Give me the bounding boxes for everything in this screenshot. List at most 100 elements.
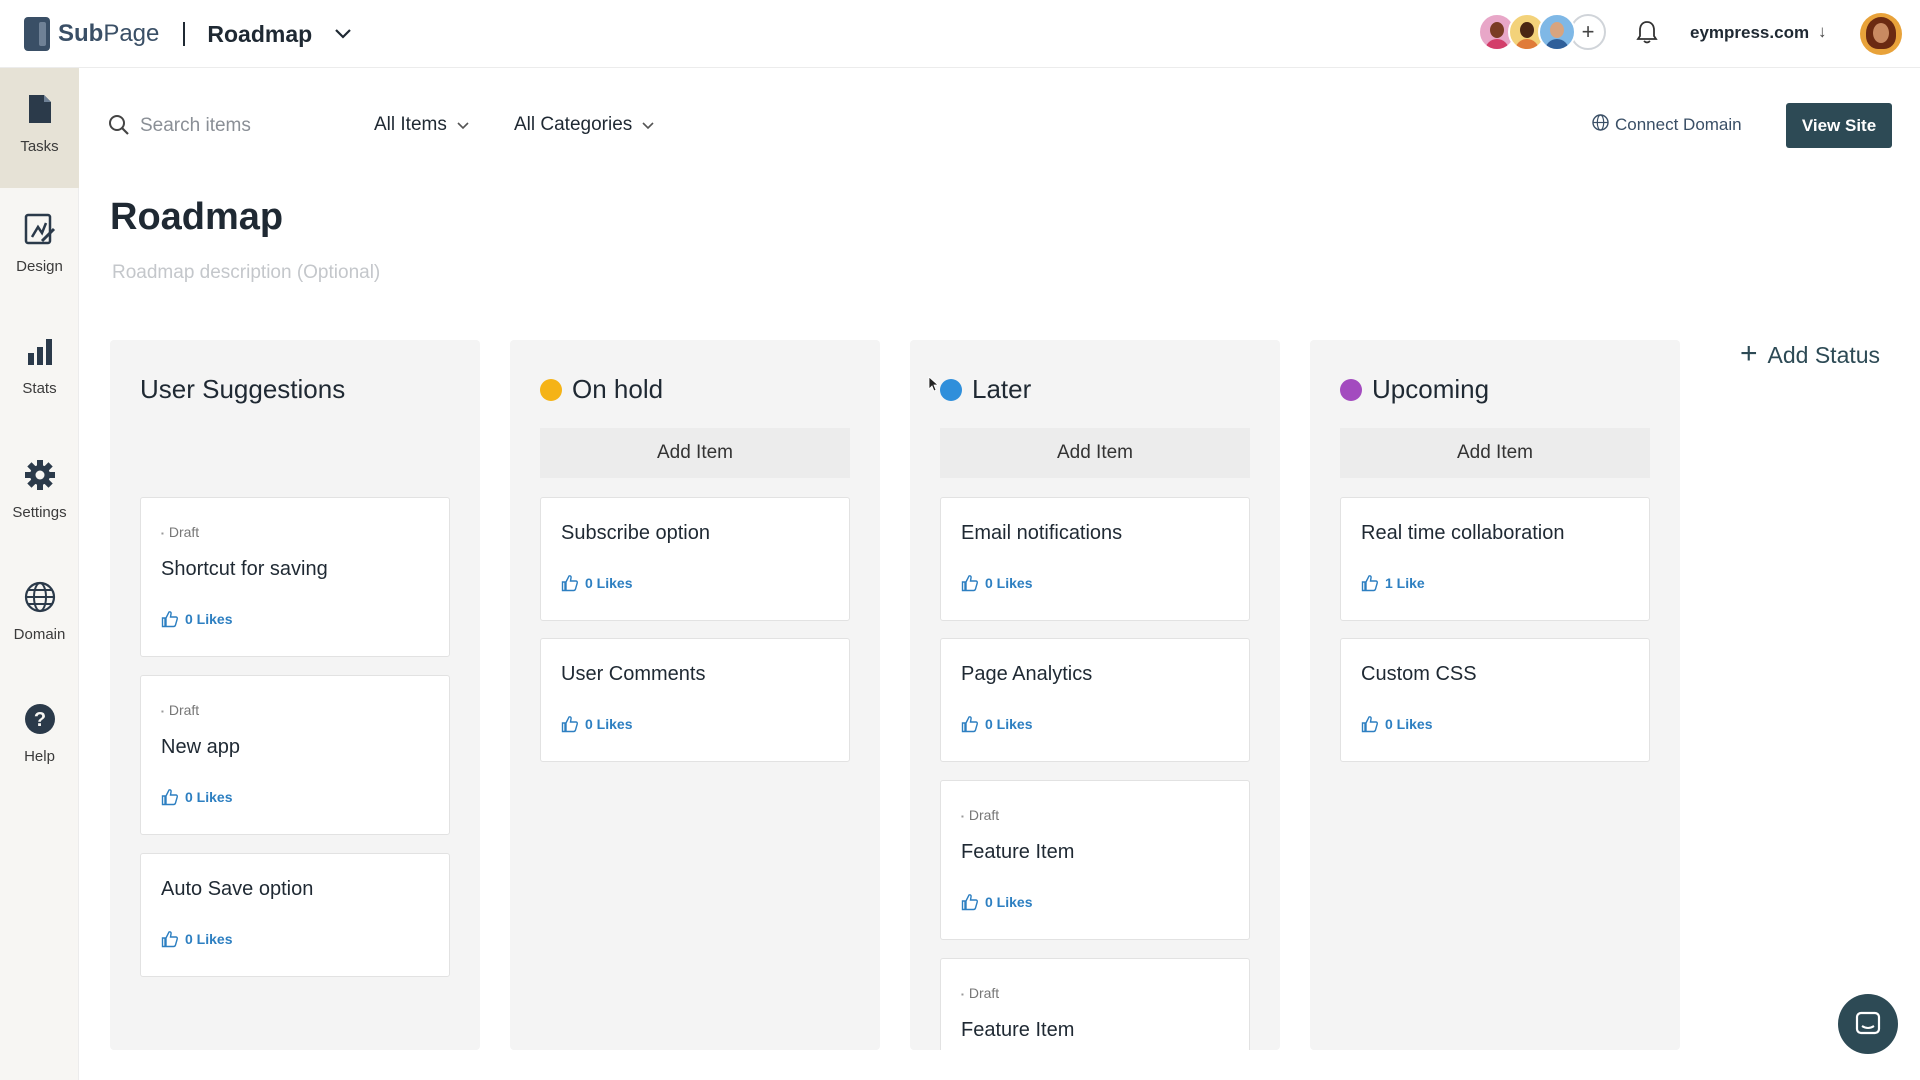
chevron-down-icon[interactable] bbox=[334, 24, 352, 45]
likes-button[interactable]: 0 Likes bbox=[961, 715, 1032, 733]
logo-icon bbox=[24, 17, 50, 51]
top-bar: SubPage Roadmap + eympress.com ↓ bbox=[0, 0, 1920, 68]
likes-button[interactable]: 0 Likes bbox=[161, 610, 232, 628]
card-title: Custom CSS bbox=[1361, 663, 1477, 685]
roadmap-card[interactable]: Email notifications 0 Likes bbox=[940, 497, 1250, 621]
add-item-button[interactable]: Add Item bbox=[1340, 428, 1650, 478]
roadmap-card[interactable]: Draft Feature Item bbox=[940, 958, 1250, 1050]
card-title: New app bbox=[161, 736, 240, 758]
collaborator-avatars[interactable]: + bbox=[1478, 13, 1606, 51]
document-icon bbox=[24, 92, 56, 126]
column-title[interactable]: User Suggestions bbox=[140, 374, 345, 405]
thumbs-up-icon bbox=[961, 575, 978, 592]
draft-badge: Draft bbox=[961, 985, 999, 1001]
thumbs-up-icon bbox=[561, 716, 578, 733]
status-icon bbox=[940, 378, 962, 401]
roadmap-card[interactable]: User Comments 0 Likes bbox=[540, 638, 850, 762]
roadmap-card[interactable]: Subscribe option 0 Likes bbox=[540, 497, 850, 621]
sidebar-item-settings[interactable]: Settings bbox=[0, 434, 79, 554]
draft-badge: Draft bbox=[161, 524, 199, 540]
connect-domain-link[interactable]: Connect Domain bbox=[1592, 114, 1742, 136]
likes-button[interactable]: 0 Likes bbox=[161, 930, 232, 948]
svg-text:?: ? bbox=[33, 709, 45, 731]
sidebar: Tasks Design Stats Settings Domain ? Hel… bbox=[0, 68, 79, 1080]
thumbs-up-icon bbox=[161, 611, 178, 628]
column-title[interactable]: Upcoming bbox=[1340, 374, 1489, 405]
roadmap-card[interactable]: Custom CSS 0 Likes bbox=[1340, 638, 1650, 762]
roadmap-card[interactable]: Real time collaboration 1 Like bbox=[1340, 497, 1650, 621]
arrow-down-icon[interactable]: ↓ bbox=[1818, 22, 1827, 42]
sidebar-item-domain[interactable]: Domain bbox=[0, 556, 79, 676]
thumbs-up-icon bbox=[961, 894, 978, 911]
thumbs-up-icon bbox=[1361, 716, 1378, 733]
divider bbox=[183, 22, 186, 46]
thumbs-up-icon bbox=[561, 575, 578, 592]
help-icon: ? bbox=[24, 702, 56, 736]
sidebar-item-stats[interactable]: Stats bbox=[0, 310, 79, 430]
roadmap-card[interactable]: Draft Feature Item 0 Likes bbox=[940, 780, 1250, 940]
column-title[interactable]: On hold bbox=[540, 374, 663, 405]
page-title: Roadmap bbox=[110, 196, 284, 238]
card-title: User Comments bbox=[561, 663, 706, 685]
add-status-button[interactable]: + Add Status bbox=[1740, 337, 1880, 371]
roadmap-card[interactable]: Draft Shortcut for saving 0 Likes bbox=[140, 497, 450, 657]
bell-icon[interactable] bbox=[1636, 20, 1658, 44]
draft-badge: Draft bbox=[161, 702, 199, 718]
bar-chart-icon bbox=[24, 334, 56, 368]
thumbs-up-icon bbox=[161, 789, 178, 806]
status-icon bbox=[540, 378, 562, 401]
column-upcoming: Upcoming Add Item Real time collaboratio… bbox=[1310, 340, 1680, 1050]
likes-button[interactable]: 0 Likes bbox=[1361, 715, 1432, 733]
user-avatar[interactable] bbox=[1860, 13, 1902, 55]
chat-support-button[interactable] bbox=[1838, 994, 1898, 1054]
search-input[interactable] bbox=[140, 112, 350, 140]
roadmap-description-field[interactable]: Roadmap description (Optional) bbox=[112, 262, 380, 284]
column-user-suggestions: User Suggestions Draft Shortcut for savi… bbox=[110, 340, 480, 1050]
card-title: Feature Item bbox=[961, 841, 1075, 863]
likes-button[interactable]: 0 Likes bbox=[161, 788, 232, 806]
card-title: Subscribe option bbox=[561, 522, 710, 544]
card-title: Shortcut for saving bbox=[161, 558, 328, 580]
likes-button[interactable]: 0 Likes bbox=[961, 574, 1032, 592]
app-logo[interactable]: SubPage Roadmap bbox=[24, 16, 352, 52]
mouse-cursor-icon bbox=[928, 376, 940, 392]
brand-name: SubPage bbox=[58, 20, 160, 47]
likes-button[interactable]: 0 Likes bbox=[561, 715, 632, 733]
column-title[interactable]: Later bbox=[940, 374, 1031, 405]
thumbs-up-icon bbox=[161, 931, 178, 948]
draft-badge: Draft bbox=[961, 807, 999, 823]
likes-button[interactable]: 0 Likes bbox=[561, 574, 632, 592]
add-item-button[interactable]: Add Item bbox=[540, 428, 850, 478]
card-title: Real time collaboration bbox=[1361, 522, 1565, 544]
status-icon bbox=[1340, 378, 1362, 401]
card-title: Feature Item bbox=[961, 1019, 1075, 1041]
plus-icon: + bbox=[1740, 337, 1758, 370]
column-later: Later Add Item Email notifications 0 Lik… bbox=[910, 340, 1280, 1050]
chevron-down-icon bbox=[457, 118, 469, 133]
chat-icon bbox=[1855, 1011, 1881, 1035]
thumbs-up-icon bbox=[961, 716, 978, 733]
likes-button[interactable]: 0 Likes bbox=[961, 893, 1032, 911]
sidebar-item-design[interactable]: Design bbox=[0, 188, 79, 308]
globe-icon bbox=[1592, 114, 1609, 136]
domain-selector[interactable]: eympress.com bbox=[1690, 23, 1809, 43]
roadmap-card[interactable]: Page Analytics 0 Likes bbox=[940, 638, 1250, 762]
card-title: Email notifications bbox=[961, 522, 1123, 544]
gear-icon bbox=[24, 458, 56, 492]
add-item-button[interactable]: Add Item bbox=[940, 428, 1250, 478]
roadmap-card[interactable]: Draft New app 0 Likes bbox=[140, 675, 450, 835]
chevron-down-icon bbox=[642, 118, 654, 133]
avatar[interactable] bbox=[1538, 13, 1576, 51]
categories-filter-dropdown[interactable]: All Categories bbox=[514, 114, 654, 136]
sidebar-item-tasks[interactable]: Tasks bbox=[0, 68, 79, 188]
sidebar-item-help[interactable]: ? Help bbox=[0, 678, 79, 798]
likes-button[interactable]: 1 Like bbox=[1361, 574, 1425, 592]
column-on-hold: On hold Add Item Subscribe option 0 Like… bbox=[510, 340, 880, 1050]
card-title: Auto Save option bbox=[161, 878, 314, 900]
card-title: Page Analytics bbox=[961, 663, 1093, 685]
section-title[interactable]: Roadmap bbox=[207, 21, 312, 48]
search-icon bbox=[108, 114, 130, 136]
view-site-button[interactable]: View Site bbox=[1786, 103, 1892, 148]
roadmap-card[interactable]: Auto Save option 0 Likes bbox=[140, 853, 450, 977]
items-filter-dropdown[interactable]: All Items bbox=[374, 114, 469, 136]
